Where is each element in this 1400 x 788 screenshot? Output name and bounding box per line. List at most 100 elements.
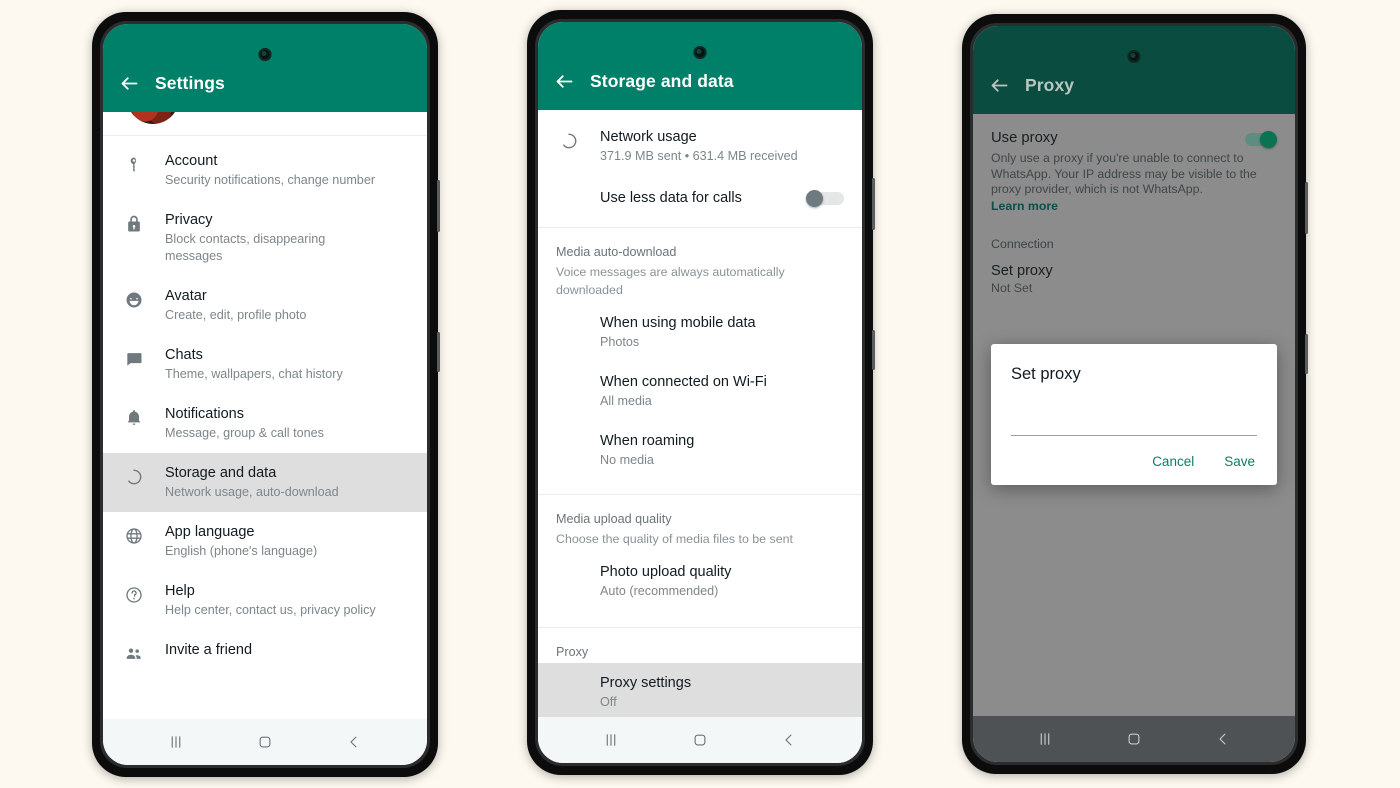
- media-upload-quality-note: Choose the quality of media files to be …: [556, 532, 793, 546]
- settings-item-app-language[interactable]: App language English (phone's language): [103, 512, 427, 571]
- learn-more-link[interactable]: Learn more: [991, 198, 1277, 215]
- proxy-heading: Proxy: [556, 645, 589, 659]
- settings-item-subtitle: Block contacts, disappearing messages: [165, 232, 326, 263]
- phone2-appbar: Storage and data: [538, 22, 862, 110]
- settings-item-text: Privacy Block contacts, disappearing mes…: [165, 211, 427, 265]
- avatar[interactable]: [127, 112, 179, 124]
- use-proxy-title: Use proxy: [991, 130, 1058, 146]
- recents-icon[interactable]: [602, 731, 620, 749]
- bell-icon: [103, 405, 165, 428]
- network-usage-item[interactable]: Network usage 371.9 MB sent • 631.4 MB r…: [538, 110, 862, 176]
- settings-item-text: Chats Theme, wallpapers, chat history: [165, 346, 427, 383]
- home-icon[interactable]: [1125, 730, 1143, 748]
- phone3-content: Use proxy Only use a proxy if you're una…: [973, 114, 1295, 716]
- arrow-left-icon: [556, 74, 572, 88]
- page-title: Settings: [155, 73, 225, 93]
- phone2-navbar: [538, 717, 862, 763]
- use-less-data-for-calls-row[interactable]: Use less data for calls: [538, 176, 862, 222]
- settings-item-text: Account Security notifications, change n…: [165, 152, 427, 189]
- back-icon[interactable]: [345, 733, 363, 751]
- item-title: Photo upload quality: [600, 564, 732, 580]
- front-camera-icon: [258, 48, 272, 61]
- storage-icon: [538, 128, 600, 151]
- use-proxy-block: Use proxy Only use a proxy if you're una…: [973, 114, 1295, 295]
- phone3-screen: Proxy Use proxy Only use a proxy if you'…: [973, 26, 1295, 762]
- chats-icon: [103, 346, 165, 369]
- use-proxy-toggle[interactable]: [1239, 131, 1277, 148]
- people-icon: [103, 641, 165, 664]
- settings-item-title: Privacy: [165, 212, 213, 228]
- media-auto-download-heading: Media auto-download: [556, 245, 677, 259]
- settings-item-storage-and-data[interactable]: Storage and data Network usage, auto-dow…: [103, 453, 427, 512]
- set-proxy-item-title[interactable]: Set proxy: [991, 263, 1277, 279]
- profile-avatar-strip[interactable]: [103, 112, 427, 130]
- recents-icon[interactable]: [167, 733, 185, 751]
- auto-download-wifi[interactable]: When connected on Wi-Fi All media: [538, 362, 862, 421]
- back-icon[interactable]: [780, 731, 798, 749]
- auto-download-mobile-data[interactable]: When using mobile data Photos: [538, 303, 862, 362]
- proxy-host-input[interactable]: [1011, 414, 1257, 435]
- back-button[interactable]: [538, 64, 590, 98]
- proxy-host-field[interactable]: [1011, 414, 1257, 436]
- page-title: Storage and data: [590, 71, 734, 91]
- phone1-navbar: [103, 719, 427, 765]
- lock-icon: [103, 211, 165, 234]
- arrow-left-icon: [121, 76, 137, 90]
- phone1-content: Account Security notifications, change n…: [103, 112, 427, 719]
- globe-icon: [103, 523, 165, 546]
- settings-item-invite-a-friend[interactable]: Invite a friend: [103, 630, 427, 684]
- save-button[interactable]: Save: [1222, 450, 1257, 473]
- settings-item-help[interactable]: Help Help center, contact us, privacy po…: [103, 571, 427, 630]
- avatar-icon: [103, 287, 165, 310]
- phone3-appbar: Proxy: [973, 26, 1295, 114]
- settings-item-subtitle: Help center, contact us, privacy policy: [165, 603, 376, 617]
- settings-item-title: Notifications: [165, 406, 244, 422]
- settings-item-text: Notifications Message, group & call tone…: [165, 405, 427, 442]
- cancel-button[interactable]: Cancel: [1150, 450, 1196, 473]
- use-proxy-description: Only use a proxy if you're unable to con…: [991, 151, 1257, 196]
- set-proxy-dialog: Set proxy Cancel Save: [991, 344, 1277, 485]
- divider: [538, 227, 862, 228]
- recents-icon[interactable]: [1036, 730, 1054, 748]
- back-icon[interactable]: [1214, 730, 1232, 748]
- back-button[interactable]: [103, 66, 155, 100]
- settings-item-account[interactable]: Account Security notifications, change n…: [103, 141, 427, 200]
- network-usage-text: Network usage 371.9 MB sent • 631.4 MB r…: [600, 128, 862, 165]
- divider: [538, 627, 862, 628]
- settings-item-title: Avatar: [165, 288, 207, 304]
- phone1-screen: Settings Account Security notifications,…: [103, 24, 427, 765]
- settings-item-title: Invite a friend: [165, 642, 253, 658]
- item-title: When connected on Wi-Fi: [600, 374, 767, 390]
- phone2-bezel: Storage and data Network usage 371.9 MB …: [535, 19, 865, 766]
- item-title: When using mobile data: [600, 315, 756, 331]
- arrow-left-icon: [991, 78, 1007, 92]
- dialog-title: Set proxy: [1011, 365, 1081, 383]
- home-icon[interactable]: [691, 731, 709, 749]
- settings-item-subtitle: Create, edit, profile photo: [165, 308, 307, 322]
- help-icon: [103, 582, 165, 605]
- phone-storage-and-data: Storage and data Network usage 371.9 MB …: [527, 10, 875, 775]
- phone3-navbar: [973, 716, 1295, 762]
- item-subtitle: Photos: [600, 335, 640, 349]
- settings-item-text: Invite a friend: [165, 641, 427, 660]
- settings-item-title: Chats: [165, 347, 203, 363]
- photo-upload-quality-item[interactable]: Photo upload quality Auto (recommended): [538, 552, 862, 611]
- settings-item-chats[interactable]: Chats Theme, wallpapers, chat history: [103, 335, 427, 394]
- settings-item-subtitle: English (phone's language): [165, 544, 318, 558]
- item-subtitle: No media: [600, 453, 654, 467]
- phone2-content: Network usage 371.9 MB sent • 631.4 MB r…: [538, 110, 862, 717]
- settings-item-privacy[interactable]: Privacy Block contacts, disappearing mes…: [103, 200, 427, 276]
- back-button[interactable]: [973, 68, 1025, 102]
- settings-item-notifications[interactable]: Notifications Message, group & call tone…: [103, 394, 427, 453]
- front-camera-icon: [693, 46, 707, 59]
- proxy-settings-item[interactable]: Proxy settings Off: [538, 663, 862, 717]
- phone2-screen: Storage and data Network usage 371.9 MB …: [538, 22, 862, 763]
- use-less-data-toggle[interactable]: [806, 190, 844, 207]
- phone-settings: Settings Account Security notifications,…: [92, 12, 440, 777]
- home-icon[interactable]: [256, 733, 274, 751]
- item-subtitle: Off: [600, 695, 617, 709]
- dialog-actions: Cancel Save: [1011, 450, 1257, 473]
- divider: [538, 494, 862, 495]
- auto-download-roaming[interactable]: When roaming No media: [538, 421, 862, 480]
- settings-item-avatar[interactable]: Avatar Create, edit, profile photo: [103, 276, 427, 335]
